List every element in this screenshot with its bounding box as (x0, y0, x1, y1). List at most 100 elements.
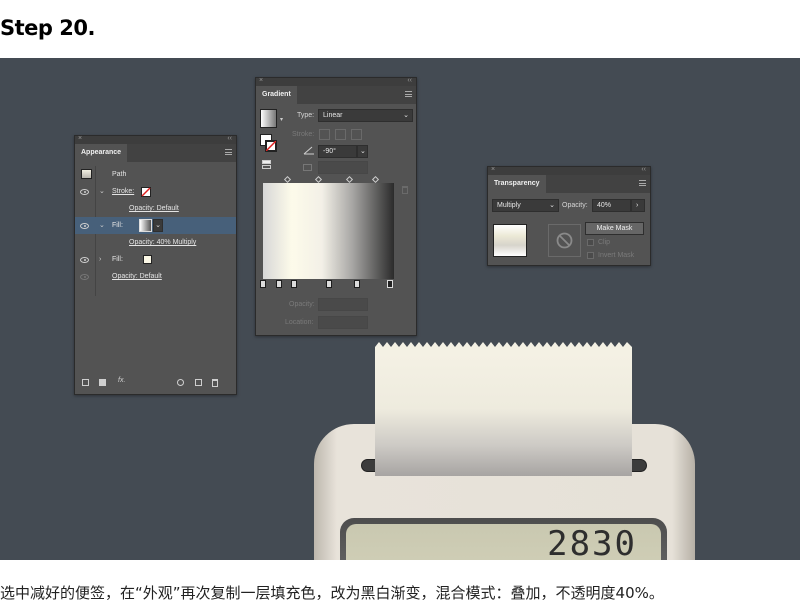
collapse-icon[interactable]: ‹‹ (407, 77, 412, 84)
visibility-eye-icon[interactable] (80, 189, 89, 195)
opacity-label: Opacity: (562, 202, 588, 209)
opacity-field[interactable]: 40% (592, 199, 631, 212)
make-mask-button[interactable]: Make Mask (585, 222, 644, 235)
appearance-footer: fx. (81, 377, 231, 388)
type-select[interactable]: Linear ⌄ (318, 109, 413, 122)
close-icon[interactable]: × (78, 135, 82, 142)
path-row[interactable]: Path (75, 166, 236, 183)
fill-color-swatch[interactable] (143, 255, 152, 264)
object-thumbnail[interactable] (493, 224, 527, 257)
fill-dropdown-chevron-icon[interactable]: ⌄ (153, 219, 163, 232)
add-fill-icon[interactable] (99, 379, 106, 386)
fill-label[interactable]: Fill: (112, 217, 123, 234)
trash-icon[interactable] (212, 379, 218, 387)
location-label: Location: (285, 319, 314, 326)
clip-checkbox[interactable] (587, 239, 594, 246)
panel-menu-icon[interactable] (639, 180, 646, 186)
stroke-gradient-across-icon[interactable] (351, 129, 362, 140)
chevron-right-icon: › (636, 202, 639, 209)
fill-label-2[interactable]: Fill: (112, 251, 123, 268)
gradient-panel: × ‹‹ Gradient ▾ Type: Linear ⌄ Stroke: -… (255, 77, 417, 336)
gradient-slider[interactable] (263, 183, 394, 279)
tab-appearance[interactable]: Appearance (75, 144, 128, 162)
angle-dropdown[interactable]: ⌄ (357, 145, 368, 158)
blend-mode-select[interactable]: Multiply ⌄ (492, 199, 559, 212)
path-label: Path (112, 171, 127, 178)
fill-row-selected[interactable]: ⌄ Fill: ⌄ (75, 217, 236, 234)
close-icon[interactable]: × (259, 77, 263, 84)
stroke-label: Stroke: (292, 131, 315, 138)
add-stroke-icon[interactable] (82, 379, 89, 386)
gradient-stop[interactable] (276, 280, 282, 288)
visibility-eye-icon[interactable] (80, 223, 89, 229)
clear-appearance-icon[interactable] (177, 379, 184, 386)
fill-opacity-row[interactable]: Opacity: 40% Multiply (75, 234, 236, 251)
instruction-caption: 选中减好的便签，在“外观”再次复制一层填充色，改为黑白渐变，混合模式：叠加，不透… (0, 584, 664, 602)
angle-field[interactable]: -90° (318, 145, 357, 158)
panel-menu-icon[interactable] (225, 149, 232, 155)
chevron-down-icon[interactable]: ⌄ (99, 217, 105, 234)
close-icon[interactable]: × (491, 166, 495, 173)
stroke-opacity-label[interactable]: Opacity: Default (129, 200, 179, 217)
collapse-icon[interactable]: ‹‹ (641, 166, 646, 173)
paper-serrated-edge (375, 342, 632, 355)
chevron-down-icon: ⌄ (360, 148, 366, 155)
gradient-stop[interactable] (354, 280, 360, 288)
invert-mask-checkbox[interactable] (587, 252, 594, 259)
gradient-stop[interactable] (260, 280, 266, 288)
gradient-preview-swatch[interactable] (260, 109, 277, 128)
stroke-none-swatch[interactable] (141, 187, 151, 197)
panel-titlebar[interactable]: × ‹‹ (256, 77, 416, 86)
stroke-label[interactable]: Stroke: (112, 183, 134, 200)
opacity-field (318, 298, 368, 311)
panel-menu-icon[interactable] (405, 91, 412, 97)
gradient-fill-swatch[interactable] (139, 219, 152, 232)
clip-label: Clip (598, 239, 611, 246)
tab-transparency[interactable]: Transparency (488, 175, 546, 193)
chevron-down-icon: ⌄ (403, 112, 409, 119)
midpoint-diamond[interactable] (371, 175, 380, 184)
appearance-panel: × ‹‹ Appearance Path ⌄ Stroke: Opacity: … (74, 135, 237, 395)
gradient-stop-selected[interactable] (387, 280, 393, 288)
reverse-gradient-icon[interactable] (262, 160, 274, 170)
visibility-eye-icon[interactable] (80, 257, 89, 263)
duplicate-item-icon[interactable] (195, 379, 202, 386)
blend-mode-value: Multiply (497, 202, 521, 209)
visibility-eye-icon[interactable] (80, 274, 89, 280)
invert-mask-label: Invert Mask (598, 252, 635, 259)
collapse-icon[interactable]: ‹‹ (227, 135, 232, 142)
stroke-row[interactable]: ⌄ Stroke: (75, 183, 236, 200)
stroke-opacity-row[interactable]: Opacity: Default (75, 200, 236, 217)
angle-value: -90° (323, 148, 336, 155)
type-label: Type: (297, 112, 315, 119)
opacity-label: Opacity: (289, 301, 315, 308)
artboard-canvas: × ‹‹ Appearance Path ⌄ Stroke: Opacity: … (0, 58, 800, 560)
tab-gradient[interactable]: Gradient (256, 86, 297, 104)
display-frame: 2830 (340, 518, 667, 560)
chevron-down-icon[interactable]: ⌄ (99, 183, 105, 200)
panel-titlebar[interactable]: × ‹‹ (75, 135, 236, 144)
midpoint-diamond[interactable] (283, 175, 292, 184)
receipt-paper (375, 354, 632, 476)
fill-opacity-label[interactable]: Opacity: 40% Multiply (129, 234, 196, 251)
delete-stop-icon[interactable] (402, 186, 408, 194)
gradient-stop[interactable] (291, 280, 297, 288)
object-opacity-label[interactable]: Opacity: Default (112, 268, 162, 285)
stroke-gradient-along-icon[interactable] (335, 129, 346, 140)
mask-thumbnail[interactable] (548, 224, 581, 257)
stroke-swatch-icon[interactable] (265, 140, 277, 152)
midpoint-diamond[interactable] (345, 175, 354, 184)
fill-row-2[interactable]: › Fill: (75, 251, 236, 268)
opacity-stepper[interactable]: › (631, 199, 645, 212)
gradient-stop[interactable] (326, 280, 332, 288)
aspect-ratio-icon (303, 164, 312, 171)
location-field (318, 316, 368, 329)
midpoint-diamond[interactable] (314, 175, 323, 184)
object-opacity-row[interactable]: Opacity: Default (75, 268, 236, 285)
preview-dropdown-icon[interactable]: ▾ (280, 116, 283, 123)
add-effect-fx-icon[interactable]: fx. (118, 377, 125, 384)
stroke-gradient-within-icon[interactable] (319, 129, 330, 140)
display-screen: 2830 (346, 524, 661, 560)
panel-titlebar[interactable]: × ‹‹ (488, 166, 650, 175)
chevron-right-icon[interactable]: › (99, 251, 101, 268)
